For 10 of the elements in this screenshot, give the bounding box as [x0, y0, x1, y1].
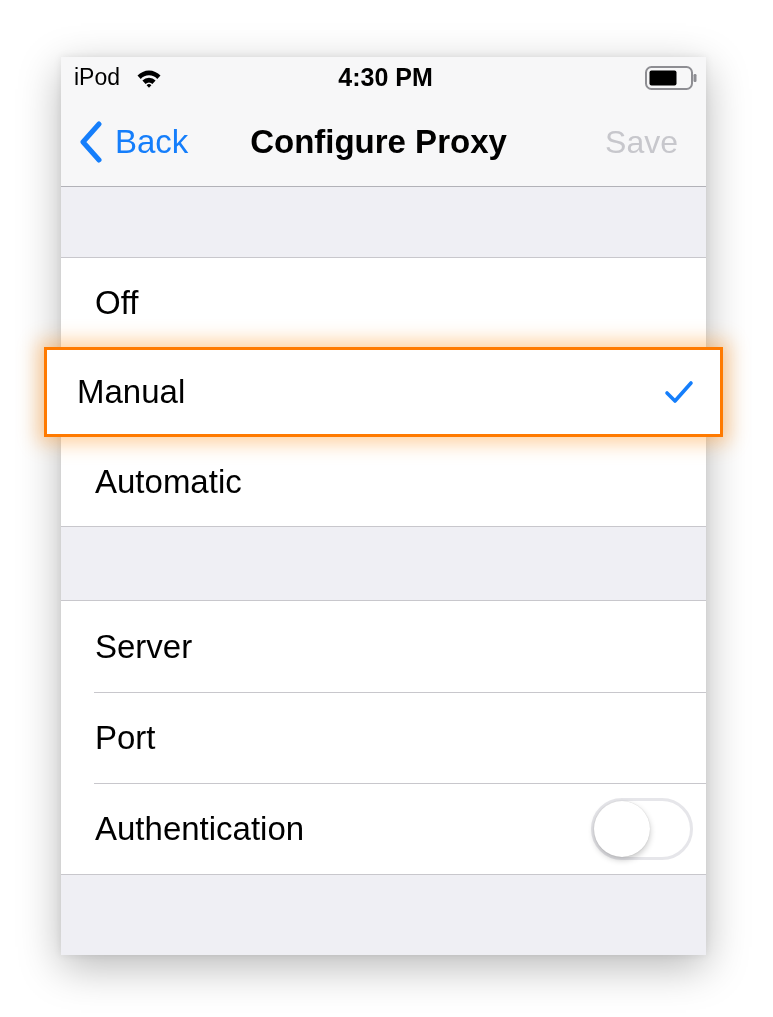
carrier-label: iPod — [74, 64, 121, 91]
screen-title: Configure Proxy — [250, 123, 507, 161]
toggle-switch[interactable] — [591, 797, 693, 860]
chevron-left-icon — [79, 121, 103, 163]
checkmark-icon — [664, 380, 694, 404]
back-button[interactable]: Back — [79, 121, 189, 163]
setting-label: Authentication — [95, 809, 305, 848]
status-time: 4:30 PM — [338, 63, 433, 92]
proxy-option[interactable]: Manual — [44, 347, 723, 437]
battery-icon — [645, 65, 697, 90]
